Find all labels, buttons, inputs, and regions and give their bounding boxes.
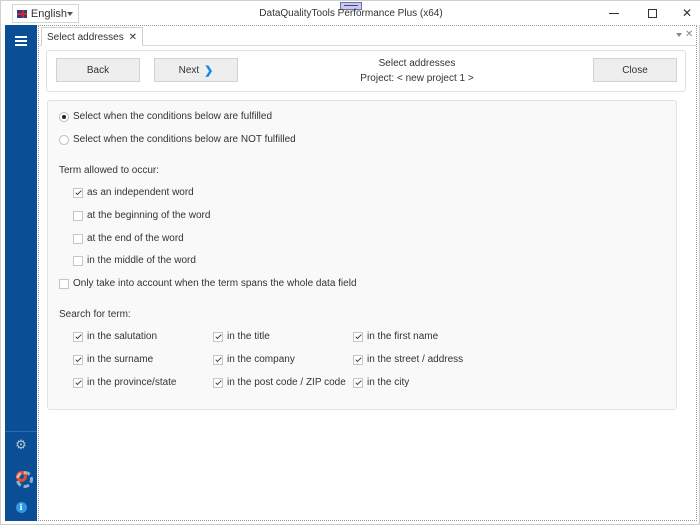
checkbox[interactable]: [353, 331, 363, 342]
radio-button[interactable]: [59, 111, 69, 122]
checkbox-independent-word[interactable]: as an independent word: [73, 187, 194, 198]
checkbox-label: in the street / address: [367, 354, 464, 365]
checkbox[interactable]: [213, 354, 223, 365]
back-button[interactable]: Back: [56, 58, 140, 82]
tab-close-icon[interactable]: ✕: [129, 32, 137, 43]
app-window: English DataQualityTools Performance Plu…: [0, 0, 700, 525]
checkbox-label: in the province/state: [87, 377, 177, 388]
maximize-button[interactable]: [638, 4, 666, 22]
checkbox-label: in the middle of the word: [87, 255, 196, 266]
checkbox[interactable]: [73, 354, 83, 365]
checkbox[interactable]: [353, 354, 363, 365]
term-occurrence-heading: Term allowed to occur:: [59, 165, 160, 176]
checkbox-street-address[interactable]: in the street / address: [353, 354, 463, 365]
minimize-icon: [609, 12, 619, 14]
next-label: Next: [178, 64, 200, 76]
checkbox[interactable]: [73, 187, 83, 198]
checkbox-label: in the city: [367, 377, 410, 388]
checkbox-label: in the post code / ZIP code: [227, 377, 346, 388]
checkbox-label: at the end of the word: [87, 233, 184, 244]
next-button[interactable]: Next ❯: [154, 58, 238, 82]
radio-label: Select when the conditions below are NOT…: [73, 134, 296, 145]
radio-button[interactable]: [59, 134, 69, 145]
checkbox-title[interactable]: in the title: [213, 331, 270, 342]
checkbox[interactable]: [73, 255, 83, 266]
gear-icon: ⚙: [15, 437, 27, 452]
sidebar-settings-button[interactable]: ⚙: [5, 432, 37, 458]
title-bar: English DataQualityTools Performance Plu…: [1, 1, 700, 25]
checkbox-surname[interactable]: in the surname: [73, 354, 153, 365]
checkbox-label: in the company: [227, 354, 295, 365]
close-icon: ✕: [681, 6, 693, 20]
checkbox[interactable]: [73, 331, 83, 342]
chevron-right-icon: ❯: [204, 64, 214, 77]
checkbox-label: Only take into account when the term spa…: [73, 278, 357, 289]
checkbox-middle-of-word[interactable]: in the middle of the word: [73, 255, 196, 266]
checkbox-company[interactable]: in the company: [213, 354, 295, 365]
checkbox-whole-data-field[interactable]: Only take into account when the term spa…: [59, 278, 357, 289]
wizard-header: Back Next ❯ Select addresses Project: < …: [46, 50, 686, 92]
checkbox[interactable]: [59, 278, 69, 289]
checkbox-label: as an independent word: [87, 187, 194, 198]
checkbox-beginning-of-word[interactable]: at the beginning of the word: [73, 210, 210, 221]
checkbox-first-name[interactable]: in the first name: [353, 331, 438, 342]
lifebuoy-icon: [15, 470, 33, 488]
sidebar: ⚙ i: [5, 25, 37, 521]
checkbox[interactable]: [73, 233, 83, 244]
radio-label: Select when the conditions below are ful…: [73, 111, 273, 122]
checkbox-label: in the surname: [87, 354, 154, 365]
hamburger-icon: [15, 36, 27, 46]
checkbox-end-of-word[interactable]: at the end of the word: [73, 233, 184, 244]
radio-fulfilled[interactable]: Select when the conditions below are ful…: [59, 111, 272, 122]
checkbox[interactable]: [353, 377, 363, 388]
tab-list-dropdown-icon[interactable]: [676, 33, 682, 37]
page-title: Select addresses: [378, 58, 456, 69]
options-panel: Select when the conditions below are ful…: [47, 100, 677, 410]
checkbox-city[interactable]: in the city: [353, 377, 409, 388]
tab-label: Select addresses: [47, 31, 124, 43]
checkbox-province-state[interactable]: in the province/state: [73, 377, 177, 388]
search-for-term-heading: Search for term:: [59, 309, 131, 320]
close-window-button[interactable]: ✕: [673, 4, 700, 22]
window-title: DataQualityTools Performance Plus (x64): [259, 8, 443, 19]
tab-bar: Select addresses ✕ ✕: [39, 26, 696, 46]
minimize-button[interactable]: [600, 4, 628, 22]
checkbox[interactable]: [213, 377, 223, 388]
checkbox-label: in the first name: [367, 331, 439, 342]
checkbox[interactable]: [213, 331, 223, 342]
sidebar-menu-button[interactable]: [5, 28, 37, 54]
document-area: Select addresses ✕ ✕ Back Next ❯ Select …: [38, 25, 697, 521]
checkbox[interactable]: [73, 377, 83, 388]
close-tab-icon[interactable]: ✕: [685, 29, 693, 40]
checkbox[interactable]: [73, 210, 83, 221]
info-icon: i: [15, 501, 27, 513]
sidebar-help-button[interactable]: [5, 463, 37, 489]
sidebar-info-button[interactable]: i: [5, 494, 37, 520]
close-button[interactable]: Close: [593, 58, 677, 82]
checkbox-post-code[interactable]: in the post code / ZIP code: [213, 377, 346, 388]
radio-not-fulfilled[interactable]: Select when the conditions below are NOT…: [59, 134, 296, 145]
project-label: Project: < new project 1 >: [360, 73, 474, 84]
checkbox-label: in the title: [227, 331, 270, 342]
tab-select-addresses[interactable]: Select addresses ✕: [41, 27, 143, 46]
checkbox-salutation[interactable]: in the salutation: [73, 331, 157, 342]
maximize-icon: [647, 8, 657, 18]
checkbox-label: at the beginning of the word: [87, 210, 211, 221]
checkbox-label: in the salutation: [87, 331, 158, 342]
